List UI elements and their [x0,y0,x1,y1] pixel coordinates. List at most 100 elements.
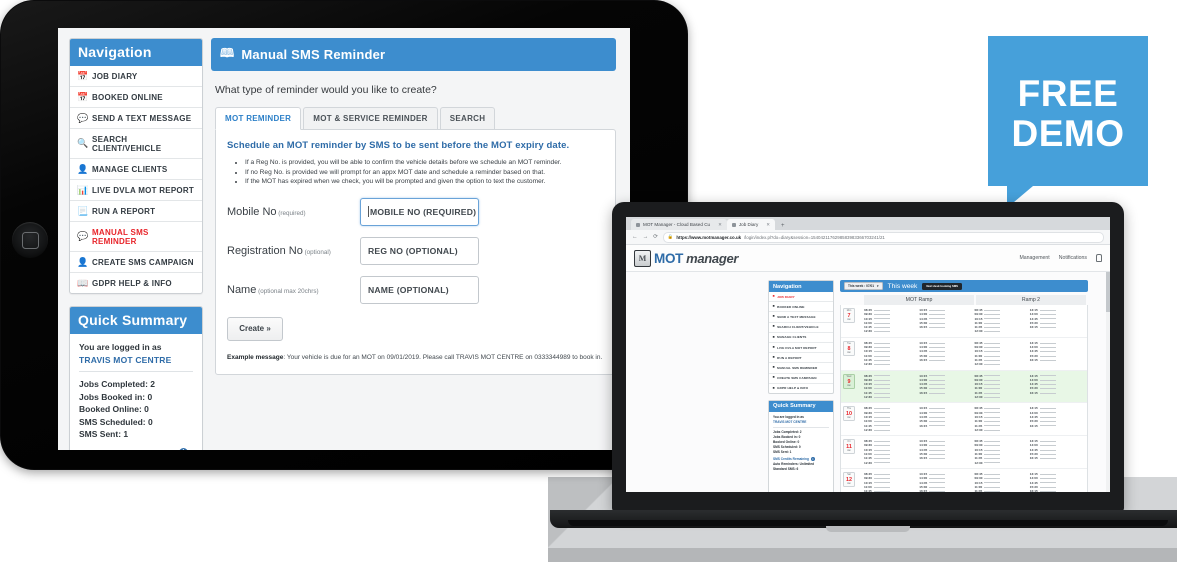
input-mobile-no[interactable]: MOBILE NO (REQUIRED) [360,197,479,226]
week-select[interactable]: This week : 07/01 ▾ [844,282,883,290]
url-input[interactable]: 🔒 https://www.motmanager.co.uk/login/ind… [662,231,1104,243]
sidebar-item-label: SEND A TEXT MESSAGE [92,113,192,123]
quick-summary-title: Quick Summary [70,307,202,334]
time-slot[interactable]: 12:30 [864,461,915,465]
sidebar-item-create-sms-campaign[interactable]: 👤 CREATE SMS CAMPAIGN [70,251,202,272]
close-icon[interactable]: ✕ [766,222,770,228]
sidebar-item-gdpr-help-info[interactable]: 📖 GDPR HELP & INFO [70,272,202,293]
time-slot[interactable]: 12:30 [864,395,915,399]
input-registration-no[interactable]: REG NO (OPTIONAL) [360,236,479,265]
time-slot[interactable]: 16:15 [919,456,970,460]
menu-item-management[interactable]: Management [1019,255,1049,261]
sidebar-item-label: CREATE SMS CAMPAIGN [92,257,194,267]
tab-mot-reminder[interactable]: MOT REMINDER [215,107,302,130]
sidebar-item-booked-online[interactable]: ■ BOOKED ONLINE [769,301,833,311]
new-tab-button[interactable]: + [781,223,785,229]
slot-rule [1039,314,1056,315]
sidebar-item-create-sms-campaign[interactable]: ■ CREATE SMS CAMPAIGN [769,372,833,383]
sidebar-item-send-a-text-message[interactable]: 💬 SEND A TEXT MESSAGE [70,107,202,128]
info-icon[interactable]: i [810,457,815,462]
close-icon[interactable]: ✕ [718,222,722,228]
tab-search[interactable]: SEARCH [439,107,496,130]
ramp-headers: MOT Ramp Ramp 2 [840,295,1088,305]
sidebar-item-live-dvla-mot-report[interactable]: ■ LIVE DVLA MOT REPORT [769,341,833,352]
browser-tab-job-diary[interactable]: Job Diary ✕ [726,219,776,230]
sidebar-item-search-client-vehicle[interactable]: ■ SEARCH CLIENT/VEHICLE [769,321,833,332]
sidebar-item-live-dvla-mot-report[interactable]: 📊 LIVE DVLA MOT REPORT [70,179,202,200]
sidebar-item-run-a-report[interactable]: 📃 RUN A REPORT [70,200,202,221]
browser-tab-mot-manager[interactable]: MOT Manager - Cloud Based Cu ✕ [631,219,727,230]
diary-day-row[interactable]: Fri 11 Jan 08:45 09:30 10:15 11:00 11:45 12:30 13… [841,436,1087,469]
sidebar-item-run-a-report[interactable]: ■ RUN A REPORT [769,352,833,362]
back-icon[interactable]: ← [632,234,638,240]
slot-rule [984,392,1001,394]
navigation-title: Navigation [769,281,833,292]
sms-credits-row[interactable]: SMS Credits Remaining i [79,447,193,450]
diary-day-row[interactable]: Tue 8 Jan 08:45 09:30 10:15 11:00 11:45 12:30 13:… [841,338,1087,371]
sidebar-item-send-a-text-message[interactable]: ■ SEND A TEXT MESSAGE [769,311,833,321]
time-slot[interactable]: 16:15 [1030,325,1081,329]
menu-item-notifications[interactable]: Notifications [1059,255,1087,261]
time-slot[interactable]: 16:15 [919,325,970,329]
summary-stat: SMS Sent: 1 [773,449,792,454]
time-slot[interactable]: 12:30 [975,461,1026,465]
example-message: Example message: Your vehicle is due for… [227,354,604,361]
time-slot[interactable]: 16:15 [1030,358,1081,362]
time-slot[interactable]: 16:15 [919,358,970,362]
slot-rule [873,473,890,475]
time-slot[interactable]: 16:15 [1030,424,1081,428]
forward-icon[interactable]: → [643,234,649,240]
diary-day-row[interactable]: Wed 9 Jan 08:45 09:30 10:15 11:00 11:45 12:30 13:… [841,370,1087,404]
sidebar-item-manage-clients[interactable]: ■ MANAGE CLIENTS [769,331,833,342]
time-slot[interactable]: 12:30 [975,329,1026,333]
time-slot[interactable]: 12:30 [975,428,1026,432]
scrollbar-thumb[interactable] [1106,272,1110,312]
diary-day-row[interactable]: Sat12Jan08:4509:3010:1511:0011:4512:3013… [841,469,1087,492]
slot-rule [1039,482,1056,483]
time-slot[interactable]: 16:15 [1030,456,1081,460]
sidebar-item-booked-online[interactable]: 📅 BOOKED ONLINE [70,86,202,107]
time-slot[interactable]: 11:45 [864,489,915,492]
sidebar-item-gdpr-help-info[interactable]: ■ GDPR HELP & INFO [769,382,833,393]
sidebar-item-manual-sms-reminder[interactable]: ■ MANUAL SMS REMINDER [769,362,833,372]
sidebar-item-job-diary[interactable]: ■ JOB DIARY [769,292,833,301]
time-slot[interactable]: 11:45 [975,489,1026,492]
free-demo-callout[interactable]: FREE DEMO [988,36,1148,186]
tab-mot-service-reminder[interactable]: MOT & SERVICE REMINDER [303,107,438,130]
time-slot[interactable]: 16:15 [919,424,970,428]
input-name[interactable]: NAME (OPTIONAL) [360,275,479,304]
diary-day-row[interactable]: Thu 10 Jan 08:45 09:30 10:15 11:00 11:45 12:30 13… [841,403,1087,437]
slot-rule [929,412,946,414]
time-slot[interactable]: 12:30 [864,329,915,333]
diary-day-rows: Mon 7 Jan 08:45 09:30 10:15 11:00 11:45 12:30 13:… [840,305,1088,492]
slot-rule [873,318,890,320]
time-slot[interactable]: 16:15 [1030,391,1081,395]
slot-rule [929,425,946,426]
time-slot[interactable]: 12:30 [864,428,915,432]
sidebar-item-job-diary[interactable]: 📅 JOB DIARY [70,66,202,86]
diary-day-row[interactable]: Mon 7 Jan 08:45 09:30 10:15 11:00 11:45 12:30 13:… [841,305,1087,338]
reload-icon[interactable]: ⟳ [653,234,658,240]
sidebar-item-manual-sms-reminder[interactable]: 💬 MANUAL SMS REMINDER [70,221,202,251]
time-slot[interactable]: 16:15 [919,391,970,395]
scrollbar-track[interactable] [1106,272,1110,492]
time-slot[interactable]: 16:15 [919,489,970,492]
bell-icon[interactable] [1096,254,1102,262]
tablet-home-button[interactable] [12,222,48,258]
time-slot[interactable]: 12:30 [864,362,915,366]
sidebar-item-label: RUN A REPORT [777,355,802,360]
slot-rule [1039,458,1056,459]
lock-icon: 🔒 [667,234,674,239]
info-icon[interactable]: i [178,448,188,450]
date-box: Fri 11 Jan [843,439,855,455]
create-button[interactable]: Create » [227,316,283,341]
logo[interactable]: M MOT manager [634,249,738,267]
time-slot[interactable]: 12:30 [975,395,1026,399]
time-slot[interactable]: 16:15 [1030,489,1081,492]
slot-rule [873,412,890,414]
sidebar-item-manage-clients[interactable]: 👤 MANAGE CLIENTS [70,158,202,179]
time-slot[interactable]: 12:30 [975,362,1026,366]
sidebar-item-search-client-vehicle[interactable]: 🔍 SEARCH CLIENT/VEHICLE [70,128,202,158]
slot-column: 13:15 14:00 14:45 15:30 16:15 [919,406,974,432]
day-slot-columns: 08:4509:3010:1511:0011:4512:3013:1514:00… [864,472,1085,492]
